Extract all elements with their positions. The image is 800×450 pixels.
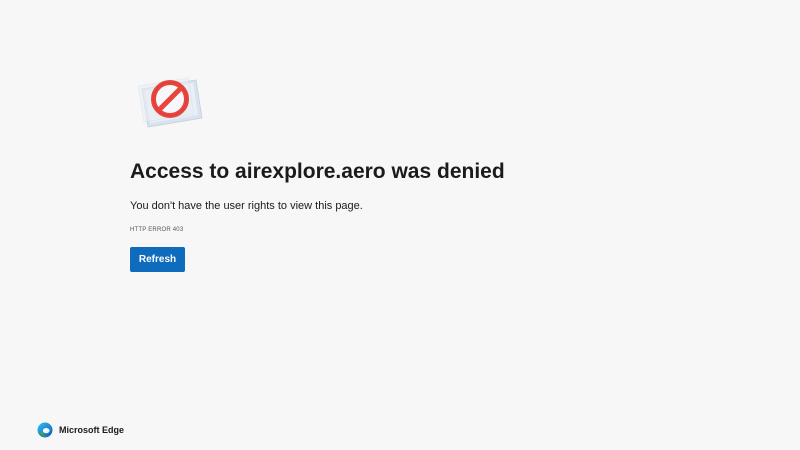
brand-name: Microsoft Edge [59, 425, 125, 435]
refresh-button[interactable]: Refresh [130, 247, 185, 272]
blocked-document-icon [137, 77, 203, 128]
error-code: HTTP ERROR 403 [130, 227, 184, 233]
error-page: Access to airexplore.aero was denied You… [0, 0, 800, 450]
brand: Microsoft Edge [37, 422, 124, 438]
edge-logo-icon [37, 422, 53, 438]
page-title: Access to airexplore.aero was denied [130, 160, 505, 183]
error-message: You don't have the user rights to view t… [130, 200, 363, 212]
